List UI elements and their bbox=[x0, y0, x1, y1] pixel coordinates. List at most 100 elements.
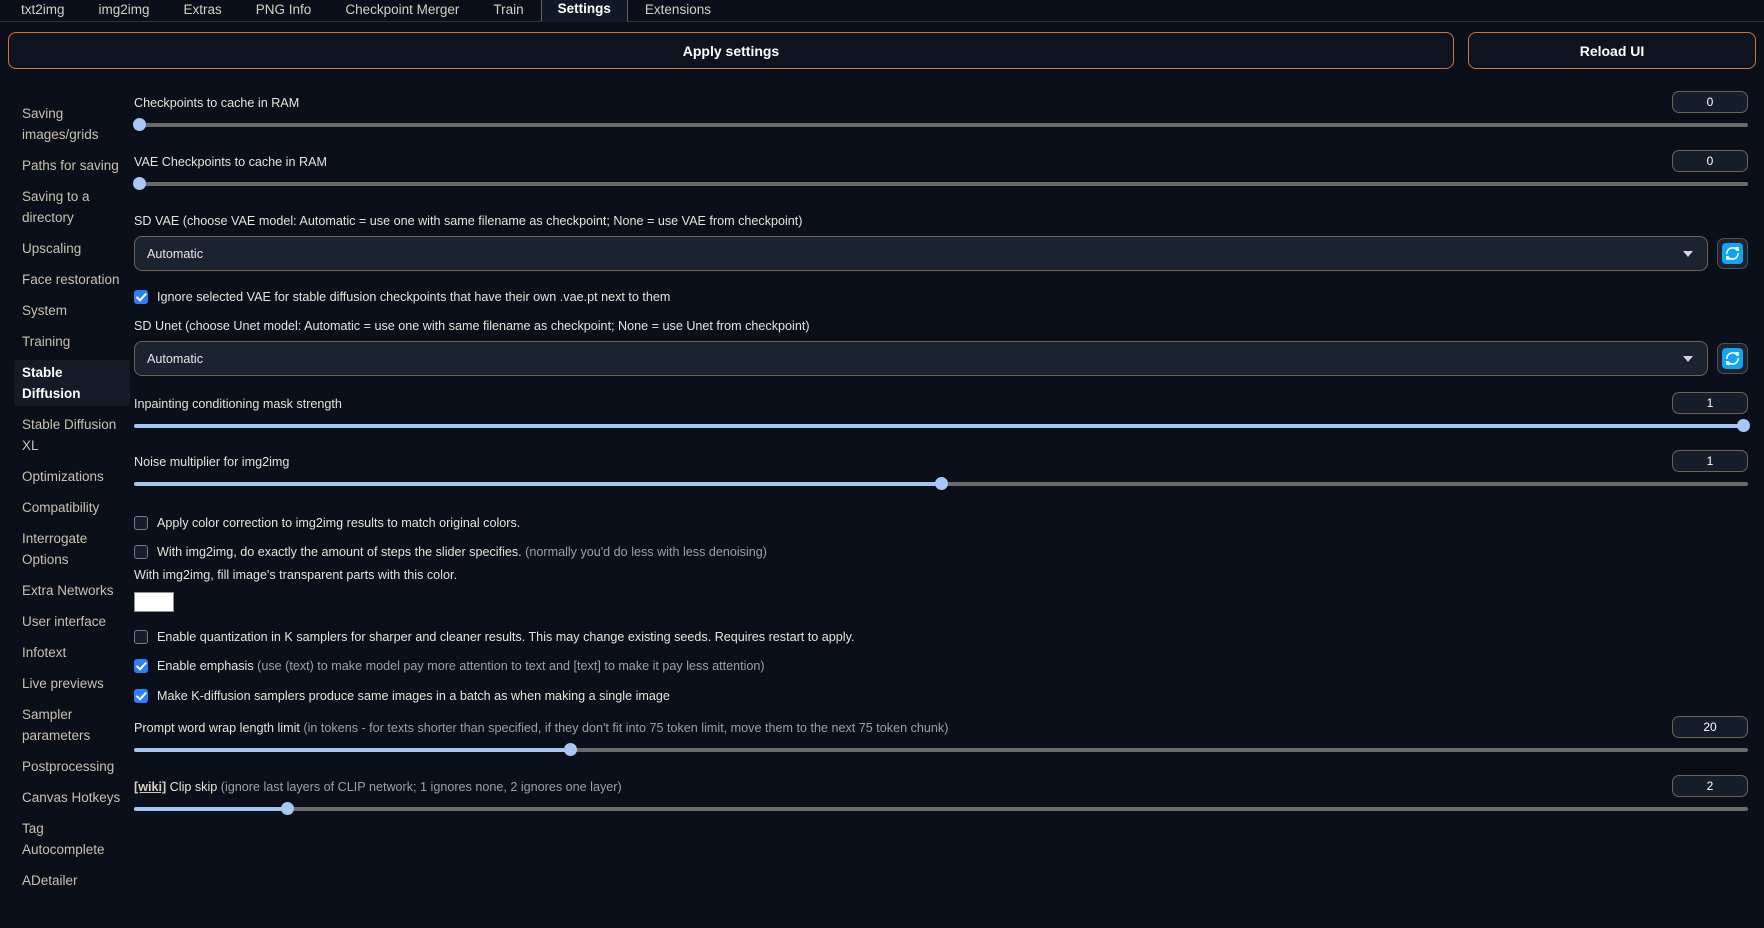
sidebar-item-paths-for-saving[interactable]: Paths for saving bbox=[14, 153, 130, 178]
tab-txt2img[interactable]: txt2img bbox=[4, 0, 82, 22]
checkbox-enable-quantization[interactable] bbox=[134, 630, 148, 644]
chevron-down-icon bbox=[1683, 250, 1693, 257]
reload-ui-button[interactable]: Reload UI bbox=[1468, 32, 1756, 69]
field-checkpoints-to-cache-in-ram: Checkpoints to cache in RAM 0 bbox=[132, 91, 1748, 132]
field-apply-color-correction: Apply color correction to img2img result… bbox=[134, 515, 1748, 531]
slider-fill bbox=[134, 424, 1748, 428]
sidebar-item-interrogate-options[interactable]: Interrogate Options bbox=[14, 526, 130, 572]
label-enable-emphasis-main: Enable emphasis bbox=[157, 659, 254, 673]
chevron-down-icon bbox=[1683, 355, 1693, 362]
field-sd-vae: SD VAE (choose VAE model: Automatic = us… bbox=[134, 213, 1748, 271]
slider-thumb[interactable] bbox=[132, 177, 146, 190]
tab-extensions[interactable]: Extensions bbox=[628, 0, 728, 22]
sidebar-item-system[interactable]: System bbox=[14, 298, 130, 323]
sidebar-item-optimizations[interactable]: Optimizations bbox=[14, 464, 130, 489]
slider-fill bbox=[134, 748, 570, 752]
sidebar-item-face-restoration[interactable]: Face restoration bbox=[14, 267, 130, 292]
slider-thumb[interactable] bbox=[1737, 419, 1751, 432]
field-vae-checkpoints-to-cache-in-ram: VAE Checkpoints to cache in RAM 0 bbox=[132, 150, 1748, 191]
value-inpainting-mask-strength[interactable]: 1 bbox=[1672, 392, 1748, 414]
sidebar-item-live-previews[interactable]: Live previews bbox=[14, 671, 130, 696]
dropdown-sd-unet[interactable]: Automatic bbox=[134, 341, 1708, 376]
label-enable-emphasis: Enable emphasis (use (text) to make mode… bbox=[157, 658, 765, 674]
slider-word-wrap[interactable] bbox=[134, 743, 1748, 757]
dropdown-sd-vae[interactable]: Automatic bbox=[134, 236, 1708, 271]
checkbox-img2img-exact-steps[interactable] bbox=[134, 545, 148, 559]
label-word-wrap: Prompt word wrap length limit (in tokens… bbox=[134, 720, 1748, 736]
slider-thumb[interactable] bbox=[281, 802, 295, 815]
sidebar-item-infotext[interactable]: Infotext bbox=[14, 640, 130, 665]
slider-track bbox=[134, 807, 1748, 811]
tab-settings[interactable]: Settings bbox=[540, 0, 628, 22]
field-enable-quantization: Enable quantization in K samplers for sh… bbox=[134, 629, 1748, 645]
value-vae-checkpoints-cache[interactable]: 0 bbox=[1672, 150, 1748, 172]
field-ignore-selected-vae: Ignore selected VAE for stable diffusion… bbox=[134, 289, 1748, 305]
checkbox-ignore-selected-vae[interactable] bbox=[134, 290, 148, 304]
tab-extras[interactable]: Extras bbox=[167, 0, 239, 22]
refresh-icon bbox=[1722, 348, 1743, 369]
sd-unet-row: Automatic bbox=[134, 341, 1748, 376]
tab-train[interactable]: Train bbox=[476, 0, 540, 22]
label-clip-skip-main: Clip skip bbox=[166, 780, 218, 794]
dropdown-sd-unet-value: Automatic bbox=[147, 351, 203, 366]
refresh-icon bbox=[1722, 243, 1743, 264]
label-noise-multiplier: Noise multiplier for img2img bbox=[134, 455, 290, 469]
slider-thumb[interactable] bbox=[935, 477, 948, 490]
field-enable-emphasis: Enable emphasis (use (text) to make mode… bbox=[134, 658, 1748, 674]
slider-noise-multiplier[interactable] bbox=[134, 477, 1748, 491]
label-img2img-exact-steps-main: With img2img, do exactly the amount of s… bbox=[157, 545, 522, 559]
label-clip-skip: [wiki] Clip skip (ignore last layers of … bbox=[134, 779, 1748, 795]
label-apply-color-correction: Apply color correction to img2img result… bbox=[157, 516, 521, 530]
sidebar-item-extra-networks[interactable]: Extra Networks bbox=[14, 578, 130, 603]
slider-track bbox=[134, 182, 1748, 186]
label-checkpoints-cache: Checkpoints to cache in RAM bbox=[134, 96, 300, 110]
color-picker-img2img-fill[interactable] bbox=[134, 592, 174, 612]
sidebar-item-training[interactable]: Training bbox=[14, 329, 130, 354]
tab-checkpoint-merger[interactable]: Checkpoint Merger bbox=[328, 0, 476, 22]
field-noise-multiplier-for-img2img: Noise multiplier for img2img 1 bbox=[134, 450, 1748, 491]
field-sd-unet: SD Unet (choose Unet model: Automatic = … bbox=[134, 318, 1748, 376]
checkbox-kdiffusion-batch-same[interactable] bbox=[134, 689, 148, 703]
apply-settings-button[interactable]: Apply settings bbox=[8, 32, 1454, 69]
value-clip-skip[interactable]: 2 bbox=[1672, 775, 1748, 797]
sidebar-item-compatibility[interactable]: Compatibility bbox=[14, 495, 130, 520]
checkbox-enable-emphasis[interactable] bbox=[134, 659, 148, 673]
label-clip-skip-hint: (ignore last layers of CLIP network; 1 i… bbox=[217, 780, 622, 794]
sidebar-item-upscaling[interactable]: Upscaling bbox=[14, 236, 130, 261]
label-ignore-selected-vae: Ignore selected VAE for stable diffusion… bbox=[157, 290, 671, 304]
sidebar-item-user-interface[interactable]: User interface bbox=[14, 609, 130, 634]
slider-inpainting-mask-strength[interactable] bbox=[134, 419, 1751, 433]
sidebar-item-tag-autocomplete[interactable]: Tag Autocomplete bbox=[14, 816, 130, 862]
slider-checkpoints-cache[interactable] bbox=[132, 118, 1748, 132]
checkbox-apply-color-correction[interactable] bbox=[134, 516, 148, 530]
label-enable-emphasis-hint: (use (text) to make model pay more atten… bbox=[253, 659, 765, 673]
sidebar-item-sampler-parameters[interactable]: Sampler parameters bbox=[14, 702, 130, 748]
sidebar-item-stable-diffusion[interactable]: Stable Diffusion bbox=[14, 360, 130, 406]
slider-thumb[interactable] bbox=[563, 743, 577, 756]
label-kdiffusion-batch-same: Make K-diffusion samplers produce same i… bbox=[157, 689, 670, 703]
value-noise-multiplier[interactable]: 1 bbox=[1672, 450, 1748, 472]
slider-clip-skip[interactable] bbox=[134, 802, 1748, 816]
wiki-link[interactable]: [wiki] bbox=[134, 780, 166, 794]
field-clip-skip: [wiki] Clip skip (ignore last layers of … bbox=[134, 775, 1748, 816]
dropdown-sd-vae-value: Automatic bbox=[147, 246, 203, 261]
sidebar-item-saving-images-grids[interactable]: Saving images/grids bbox=[14, 101, 130, 147]
sidebar-item-saving-to-a-directory[interactable]: Saving to a directory bbox=[14, 184, 130, 230]
settings-panel-stable-diffusion: Checkpoints to cache in RAM 0 VAE Checkp… bbox=[130, 87, 1764, 928]
refresh-sd-vae-button[interactable] bbox=[1717, 238, 1748, 269]
label-vae-checkpoints-cache: VAE Checkpoints to cache in RAM bbox=[134, 155, 327, 169]
refresh-sd-unet-button[interactable] bbox=[1717, 343, 1748, 374]
sidebar-item-canvas-hotkeys[interactable]: Canvas Hotkeys bbox=[14, 785, 130, 810]
slider-thumb[interactable] bbox=[132, 118, 146, 131]
sidebar-item-postprocessing[interactable]: Postprocessing bbox=[14, 754, 130, 779]
value-word-wrap[interactable]: 20 bbox=[1672, 716, 1748, 738]
tab-img2img[interactable]: img2img bbox=[82, 0, 167, 22]
value-checkpoints-cache[interactable]: 0 bbox=[1672, 91, 1748, 113]
slider-vae-checkpoints-cache[interactable] bbox=[132, 177, 1748, 191]
settings-action-row: Apply settings Reload UI bbox=[0, 22, 1764, 77]
slider-fill bbox=[134, 807, 288, 811]
tab-png-info[interactable]: PNG Info bbox=[239, 0, 329, 22]
sidebar-item-adetailer[interactable]: ADetailer bbox=[14, 868, 130, 893]
label-img2img-exact-steps: With img2img, do exactly the amount of s… bbox=[157, 544, 767, 560]
sidebar-item-stable-diffusion-xl[interactable]: Stable Diffusion XL bbox=[14, 412, 130, 458]
